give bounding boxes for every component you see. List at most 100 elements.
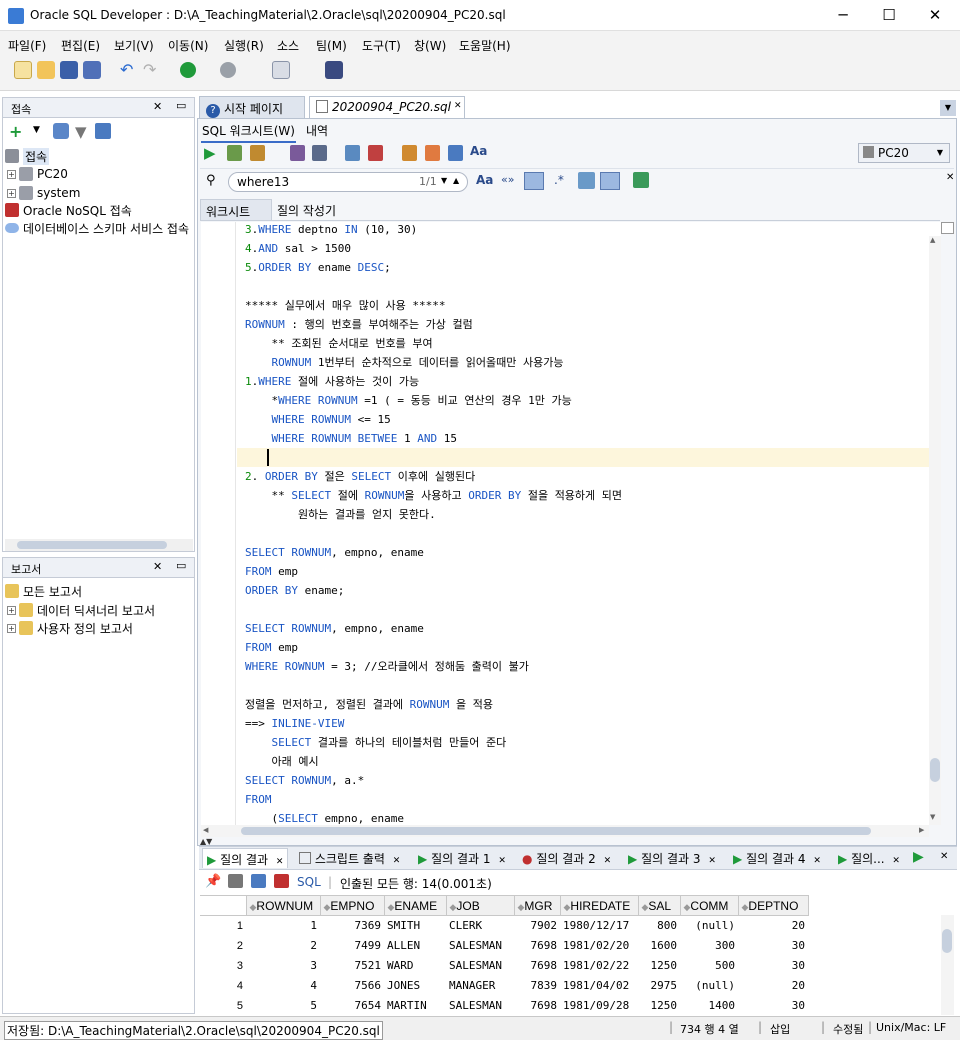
table-cell[interactable]: (null) (680, 916, 738, 936)
tab-script-output[interactable]: 스크립트 출력 ✕ (295, 848, 404, 868)
table-row[interactable]: 5 5 7654 MARTIN SALESMAN 7698 1981/09/28 1250 14… (200, 996, 940, 1016)
editor-list-button[interactable]: ▼ (940, 100, 956, 116)
table-cell[interactable]: 7698 (514, 936, 560, 956)
menu-file[interactable]: 파일(F) (8, 37, 46, 54)
menu-tools[interactable]: 도구(T) (362, 37, 401, 54)
table-cell[interactable]: SALESMAN (446, 996, 514, 1016)
tab-close-icon[interactable]: ✕ (393, 856, 401, 866)
menu-help[interactable]: 도움말(H) (459, 37, 511, 54)
replace-icon[interactable] (600, 172, 620, 190)
table-cell[interactable]: 7839 (514, 976, 560, 996)
table-cell[interactable]: ALLEN (384, 936, 446, 956)
table-row[interactable]: 4 4 7566 JONES MANAGER 7839 1981/04/02 2975 (nul… (200, 976, 940, 996)
tree-item-pc20[interactable]: + PC20 (7, 165, 68, 183)
dropdown-arrow-icon[interactable]: ▼ (33, 125, 40, 135)
column-header[interactable]: ◆COMM (679, 895, 739, 916)
table-cell[interactable]: 20 (738, 976, 808, 996)
table-cell[interactable]: JONES (384, 976, 446, 996)
maximize-button[interactable]: ☐ (866, 0, 912, 31)
search-input[interactable]: where13 1/1 ▼ ▲ (228, 172, 468, 192)
run-active-icon[interactable]: ▶ (913, 849, 924, 865)
save-all-icon[interactable] (83, 61, 101, 79)
column-header[interactable]: ◆HIREDATE (559, 895, 639, 916)
scroll-right-icon[interactable]: ▶ (919, 826, 924, 834)
table-cell[interactable]: SMITH (384, 916, 446, 936)
row-number-cell[interactable]: 3 (200, 956, 246, 976)
tab-query-result[interactable]: ▶ 질의 결과 ✕ (202, 848, 289, 868)
highlight-icon[interactable] (524, 172, 544, 190)
table-row[interactable]: 2 2 7499 ALLEN SALESMAN 7698 1981/02/20 1600 300… (200, 936, 940, 956)
tree-all-reports[interactable]: 모든 보고서 (5, 582, 82, 600)
table-cell[interactable]: 7654 (320, 996, 384, 1016)
tab-query-result-more[interactable]: ▶ 질의... ✕ (834, 848, 904, 868)
scroll-down-icon[interactable]: ▼ (930, 813, 935, 821)
panel-close-icon[interactable]: ✕ (153, 100, 162, 113)
table-cell[interactable]: 7369 (320, 916, 384, 936)
split-box[interactable] (941, 222, 954, 234)
table-cell[interactable]: 2975 (638, 976, 680, 996)
column-header[interactable]: ◆ROWNUM (245, 895, 321, 916)
tree-user-reports[interactable]: + 사용자 정의 보고서 (7, 619, 133, 637)
expand-icon[interactable]: + (7, 605, 16, 615)
sql-link[interactable]: SQL (297, 875, 321, 889)
minimize-button[interactable]: ─ (820, 0, 866, 31)
tab-close-icon[interactable]: ✕ (892, 856, 900, 866)
find-close-icon[interactable]: ✕ (946, 172, 954, 183)
schema-browser-icon[interactable] (95, 123, 111, 139)
binoculars-icon[interactable] (325, 61, 343, 79)
panel-close-icon[interactable]: ✕ (153, 560, 162, 573)
menu-team[interactable]: 팀(M) (316, 37, 347, 54)
table-cell[interactable]: 7698 (514, 996, 560, 1016)
table-cell[interactable]: 2 (246, 936, 320, 956)
table-row[interactable]: 1 1 7369 SMITH CLERK 7902 1980/12/17 800 (null) 2… (200, 916, 940, 936)
table-cell[interactable]: 20 (738, 916, 808, 936)
tab-query-result-1[interactable]: ▶ 질의 결과 1 ✕ (414, 848, 510, 868)
table-cell[interactable]: SALESMAN (446, 936, 514, 956)
whole-word-icon[interactable]: «» (501, 173, 514, 186)
panel-minimize-icon[interactable]: ▭ (176, 559, 186, 572)
table-cell[interactable]: SALESMAN (446, 956, 514, 976)
tab-close-icon[interactable]: ✕ (454, 101, 462, 111)
column-header[interactable]: ◆ENAME (383, 895, 447, 916)
menu-edit[interactable]: 편집(E) (61, 37, 100, 54)
tree-root-connections[interactable]: 접속 (5, 147, 50, 165)
run-script-icon[interactable] (227, 145, 242, 161)
find-next-icon[interactable]: ▲ (453, 176, 459, 185)
sql-tuning-icon[interactable] (312, 145, 327, 161)
table-cell[interactable]: 1 (246, 916, 320, 936)
tab-close-icon[interactable]: ✕ (813, 856, 821, 866)
table-cell[interactable]: 1980/12/17 (560, 916, 638, 936)
tab-close-icon[interactable]: ✕ (708, 856, 716, 866)
table-cell[interactable]: 30 (738, 936, 808, 956)
table-cell[interactable]: 3 (246, 956, 320, 976)
table-cell[interactable]: 1981/09/28 (560, 996, 638, 1016)
format-icon[interactable] (402, 145, 417, 161)
table-cell[interactable]: 1400 (680, 996, 738, 1016)
table-cell[interactable]: 800 (638, 916, 680, 936)
forward-icon[interactable] (220, 62, 236, 78)
table-cell[interactable]: 7499 (320, 936, 384, 956)
scroll-up-icon[interactable]: ▲ (930, 236, 935, 244)
wrap-icon[interactable] (578, 172, 595, 189)
table-cell[interactable]: 7698 (514, 956, 560, 976)
panel-minimize-icon[interactable]: ▭ (176, 99, 186, 112)
tab-start-page[interactable]: ? 시작 페이지 (199, 96, 305, 118)
horizontal-scrollbar[interactable] (5, 539, 193, 551)
table-cell[interactable]: WARD (384, 956, 446, 976)
tree-item-cloud[interactable]: 데이터베이스 스키마 서비스 접속 (5, 219, 189, 237)
result-panel-close-icon[interactable]: ✕ (940, 851, 948, 862)
tab-query-result-2[interactable]: ● 질의 결과 2 ✕ (518, 848, 615, 868)
tab-close-icon[interactable]: ✕ (276, 857, 284, 867)
expand-icon[interactable]: + (7, 623, 16, 633)
table-cell[interactable]: 30 (738, 956, 808, 976)
tab-worksheet[interactable]: 워크시트 (200, 199, 272, 221)
history-icon[interactable] (448, 145, 463, 161)
row-number-cell[interactable]: 4 (200, 976, 246, 996)
scroll-left-icon[interactable]: ◀ (203, 826, 208, 834)
tab-query-builder[interactable]: 질의 작성기 (277, 202, 336, 219)
tree-item-system[interactable]: + system (7, 184, 80, 202)
scrollbar-thumb[interactable] (930, 758, 940, 782)
refresh-icon[interactable] (251, 874, 266, 888)
cancel-icon[interactable] (274, 874, 289, 888)
tab-query-result-4[interactable]: ▶ 질의 결과 4 ✕ (729, 848, 825, 868)
